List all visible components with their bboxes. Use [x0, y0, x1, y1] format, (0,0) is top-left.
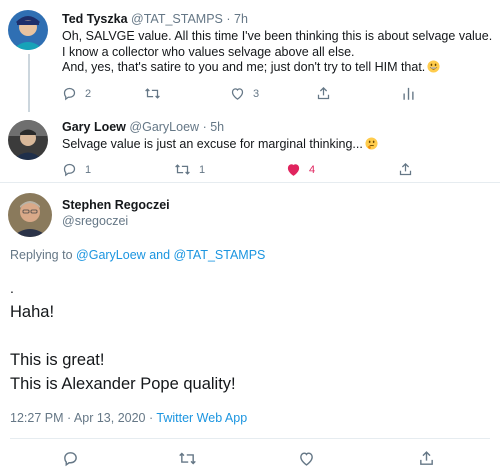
- retweet-icon: [175, 164, 190, 175]
- avatar[interactable]: [8, 10, 48, 50]
- retweet-icon: [179, 452, 196, 465]
- tweet-text-line: This is great!: [10, 351, 105, 369]
- replying-to: Replying to @GaryLoew and @TAT_STAMPS: [10, 248, 265, 262]
- share-icon: [399, 162, 412, 176]
- thinking-face-emoji: [365, 137, 378, 150]
- tweet-dot: .: [10, 280, 14, 296]
- action-bar: 2 3: [62, 86, 422, 102]
- mention-link[interactable]: @TAT_STAMPS: [174, 248, 266, 262]
- retweet-icon: [145, 88, 160, 99]
- author-handle[interactable]: @sregoczei: [62, 214, 128, 228]
- like-count: 4: [309, 163, 316, 176]
- grinning-face-emoji: [427, 60, 440, 73]
- reply-count: 1: [85, 163, 92, 176]
- tweet-text-line: Selvage value is just an excuse for marg…: [62, 137, 363, 151]
- reply-icon: [63, 163, 76, 177]
- tweet-text: Selvage value is just an excuse for marg…: [62, 137, 494, 153]
- like-button[interactable]: 4: [286, 162, 315, 177]
- like-count: 3: [253, 87, 260, 100]
- reply-count: 2: [85, 87, 92, 100]
- reply-button[interactable]: 1: [62, 162, 91, 177]
- mention-link[interactable]: @GaryLoew: [76, 248, 146, 262]
- reply-button[interactable]: 2: [62, 86, 91, 101]
- tweet-text-line: Oh, SALVGE value. All this time I've bee…: [62, 29, 493, 43]
- share-button[interactable]: [316, 86, 331, 101]
- heart-icon: [300, 452, 313, 466]
- source-link[interactable]: Twitter Web App: [156, 411, 247, 425]
- replying-to-label: Replying to: [10, 248, 73, 262]
- share-button[interactable]: [418, 450, 435, 467]
- retweet-count: 1: [199, 163, 206, 176]
- reply-icon: [64, 452, 77, 467]
- heart-icon: [287, 164, 300, 176]
- heart-icon: [231, 88, 244, 100]
- retweet-button[interactable]: [178, 450, 197, 467]
- like-button[interactable]: [298, 450, 315, 467]
- tweet-text-line: This is Alexander Pope quality!: [10, 375, 236, 393]
- share-icon: [420, 451, 433, 465]
- share-icon: [317, 86, 330, 100]
- reply-icon: [63, 87, 76, 101]
- tweet-timestamp: 12:27 PM · Apr 13, 2020 · Twitter Web Ap…: [10, 411, 247, 425]
- avatar[interactable]: [8, 193, 52, 237]
- tweet-text-line: Haha!: [10, 303, 55, 321]
- share-button[interactable]: [398, 162, 413, 177]
- tweet-text: Oh, SALVGE value. All this time I've bee…: [62, 29, 494, 76]
- author-handle[interactable]: @TAT_STAMPS: [131, 12, 223, 26]
- thread-line: [28, 54, 30, 112]
- avatar[interactable]: [8, 120, 48, 160]
- replying-to-and: and: [149, 248, 171, 262]
- author-name[interactable]: Ted Tyszka: [62, 12, 128, 26]
- divider: [10, 438, 490, 439]
- analytics-button[interactable]: [402, 86, 415, 101]
- reply-tweet-gary: Gary Loew @GaryLoew · 5h Selvage value i…: [0, 112, 500, 187]
- main-action-bar: [0, 450, 500, 467]
- like-button[interactable]: 3: [230, 86, 259, 101]
- action-bar: 1 1 4: [62, 162, 422, 178]
- retweet-button[interactable]: 1: [174, 162, 205, 177]
- tweet-time[interactable]: · 5h: [203, 120, 225, 134]
- tweet-text-line: And, yes, that's satire to you and me; j…: [62, 60, 426, 74]
- reply-button[interactable]: [62, 450, 79, 467]
- analytics-icon: [403, 87, 414, 100]
- tweet-text-line: I know a collector who values selvage ab…: [62, 44, 355, 59]
- author-name[interactable]: Gary Loew: [62, 120, 126, 134]
- retweet-button[interactable]: [144, 86, 161, 101]
- author-handle[interactable]: @GaryLoew: [129, 120, 199, 134]
- author-name[interactable]: Stephen Regoczei: [62, 198, 170, 212]
- tweet-time[interactable]: · 7h: [226, 12, 248, 26]
- reply-tweet-ted: Ted Tyszka @TAT_STAMPS · 7h Oh, SALVGE v…: [0, 0, 500, 112]
- timestamp-text[interactable]: 12:27 PM · Apr 13, 2020 ·: [10, 411, 153, 425]
